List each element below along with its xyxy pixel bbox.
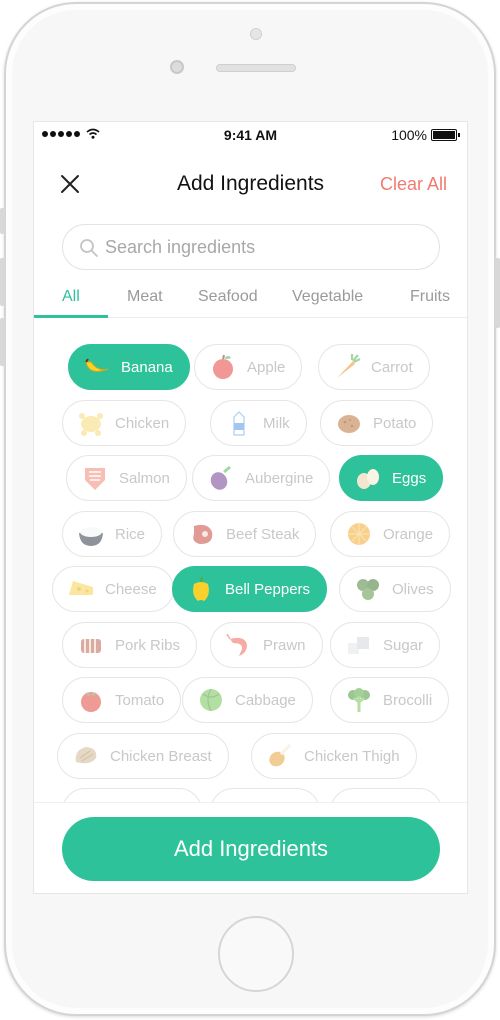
tomato-icon [81,692,101,712]
volume-down-button [0,318,5,366]
chip-label: Chicken Breast [110,747,212,765]
tab-meat[interactable]: Meat [127,288,163,306]
ingredient-chip-chicken[interactable]: Chicken [62,400,187,446]
ingredient-chip-beef-steak[interactable]: Beef Steak [173,511,317,557]
chip-label: Sugar [383,636,424,654]
pork-ribs-icon [81,639,101,653]
earpiece-speaker [216,64,296,72]
chip-label: Cheese [105,580,157,598]
chip-label: Chicken Thigh [304,747,400,765]
navigation-bar: Add Ingredients Clear All [34,162,467,206]
chip-label: Brocolli [383,691,433,709]
aubergine-icon [210,465,231,490]
bottom-action-panel: Add Ingredients [34,802,467,893]
chip-label: Prawn [263,636,306,654]
add-ingredients-button[interactable]: Add Ingredients [62,817,440,881]
battery-percent: 100% [391,127,427,143]
tab-vegetable[interactable]: Vegetable [292,288,363,306]
cheese-icon [69,581,93,595]
chicken-icon [79,413,103,436]
cabbage-icon [200,688,222,712]
salmon-icon [85,468,105,490]
broccoli-icon [348,688,370,712]
ingredient-chip-sugar[interactable]: Sugar [330,622,441,668]
battery-icon [431,129,460,141]
ingredient-chip-apple[interactable]: Apple [194,344,303,390]
ingredient-chip-rice[interactable]: Rice [62,511,163,557]
status-bar: 9:41 AM 100% [34,122,467,150]
ingredient-chip-carrot[interactable]: Carrot [318,344,430,390]
chip-label: Salmon [119,469,170,487]
ingredient-chip-tomato[interactable]: Tomato [62,677,182,723]
chicken-thigh-icon [269,744,291,767]
search-icon [80,239,98,257]
chip-label: Rice [115,525,146,543]
bell-pepper-icon [193,576,209,601]
orange-icon [348,523,370,545]
potato-icon [338,415,360,433]
milk-icon [233,411,245,436]
chip-label: Olives [392,580,434,598]
home-button[interactable] [218,916,294,992]
tab-fruits[interactable]: Fruits [410,288,450,306]
ingredient-chip-olives[interactable]: Olives [339,566,451,612]
chip-label: Aubergine [245,469,314,487]
chip-label: Pork Ribs [115,636,181,654]
ingredient-chip-milk[interactable]: Milk [210,400,307,446]
ingredient-chip-salmon[interactable]: Salmon [66,455,187,501]
ingredient-chip-banana[interactable]: Banana [68,344,190,390]
chip-label: Carrot [371,358,413,376]
sensor-dot [250,28,262,40]
power-button [495,258,500,328]
search-input[interactable] [105,231,425,263]
ingredient-chip-prawn[interactable]: Prawn [210,622,323,668]
apple-icon [213,354,233,379]
app-screen: 9:41 AM 100% Add Ingredients Clear All A… [33,121,468,894]
ingredient-chip-potato[interactable]: Potato [320,400,434,446]
ingredient-chip-chicken-thigh[interactable]: Chicken Thigh [251,733,417,779]
ingredient-chip-chicken-breast[interactable]: Chicken Breast [57,733,229,779]
ingredient-chip-brocolli[interactable]: Brocolli [330,677,450,723]
ingredient-chip-aubergine[interactable]: Aubergine [192,455,331,501]
ingredient-chip-eggs[interactable]: Eggs [339,455,444,501]
rice-icon [79,527,103,546]
ingredient-chip-bell-peppers[interactable]: Bell Peppers [172,566,328,612]
sugar-icon [348,637,369,654]
chip-label: Chicken [115,414,170,432]
ingredient-chip-pork-ribs[interactable]: Pork Ribs [62,622,198,668]
chip-label: Apple [247,358,286,376]
chicken-breast-icon [75,747,97,764]
active-tab-indicator [34,315,108,318]
olives-icon [357,579,379,600]
clear-all-button[interactable]: Clear All [380,174,447,195]
chip-label: Banana [121,358,173,376]
tab-all[interactable]: All [62,288,80,306]
category-tabs: All Meat Seafood Vegetable Fruits [34,284,467,318]
volume-up-button [0,258,5,306]
carrot-icon [337,354,361,378]
chip-label: Cabbage [235,691,296,709]
chip-label: Orange [383,525,434,543]
chip-label: Bell Peppers [225,580,311,598]
search-bar[interactable] [62,224,440,270]
front-camera [170,60,184,74]
tab-seafood[interactable]: Seafood [198,288,258,306]
chip-label: Tomato [115,691,165,709]
chip-label: Potato [373,414,417,432]
chip-label: Eggs [392,469,427,487]
prawn-icon [226,633,247,656]
ingredient-chip-cabbage[interactable]: Cabbage [182,677,313,723]
banana-icon [85,358,109,372]
chip-label: Beef Steak [226,525,300,543]
chip-label: Milk [263,414,290,432]
eggs-icon [357,469,379,489]
mute-switch [0,208,5,234]
ingredient-chip-orange[interactable]: Orange [330,511,451,557]
steak-icon [193,524,213,544]
battery-status: 100% [391,127,460,143]
ingredient-chip-cheese[interactable]: Cheese [52,566,174,612]
